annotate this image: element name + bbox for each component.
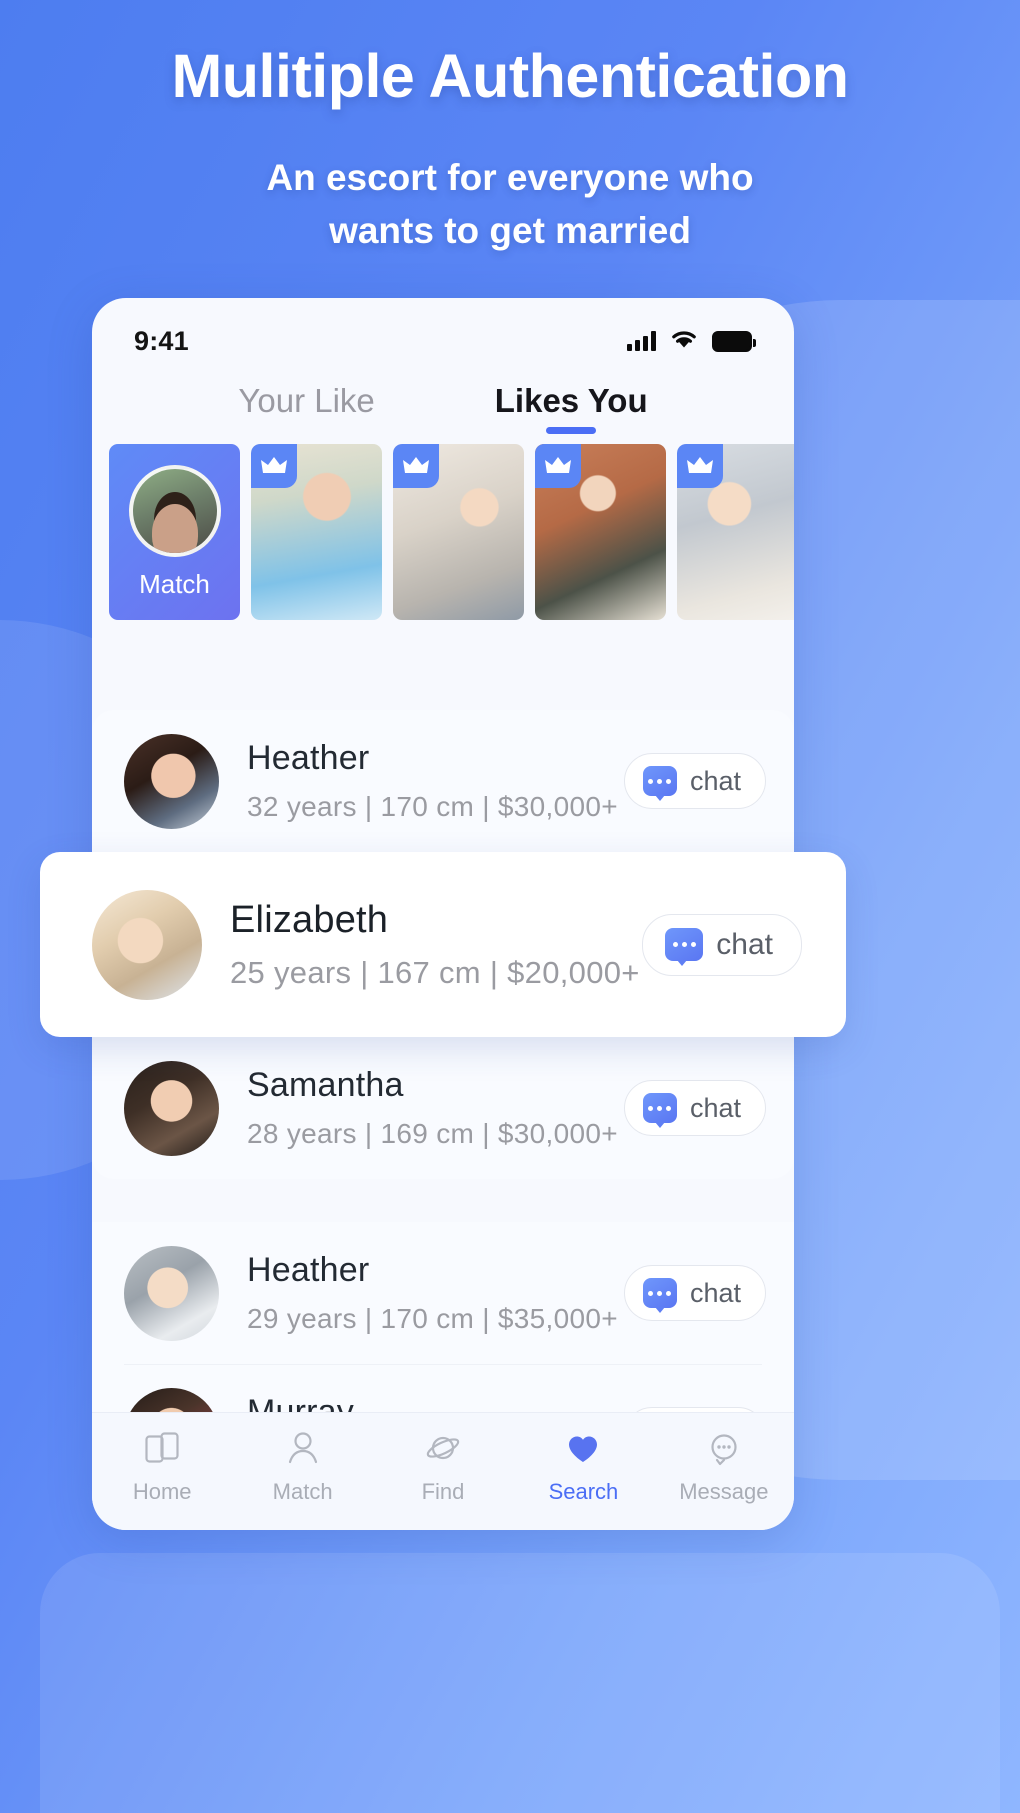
- avatar: [124, 733, 219, 829]
- likes-you-list: Heather 32 years | 170 cm | $30,000+ cha…: [40, 710, 846, 1530]
- page-subtitle-line-2: wants to get married: [329, 209, 691, 251]
- wifi-icon: [669, 328, 699, 355]
- chat-bubble-icon: [642, 766, 677, 801]
- page-title: Mulitiple Authentication: [171, 42, 849, 110]
- list-item-name: Heather: [247, 1251, 370, 1289]
- match-carousel[interactable]: Match: [92, 434, 794, 620]
- match-card-primary[interactable]: Match: [109, 444, 240, 620]
- match-card[interactable]: [677, 444, 794, 620]
- tab-your-like[interactable]: Your Like: [238, 382, 374, 434]
- match-card[interactable]: [251, 444, 382, 620]
- avatar: [124, 1245, 219, 1341]
- nav-item-message-label: Message: [679, 1479, 769, 1504]
- chat-bubble-icon: [642, 1093, 677, 1128]
- nav-item-search-label: Search: [548, 1479, 619, 1504]
- tab-likes-you[interactable]: Likes You: [495, 382, 648, 434]
- tab-active-indicator: [546, 427, 597, 434]
- list-item-name: Heather: [247, 739, 370, 777]
- tab-bar: Your Like Likes You: [92, 372, 794, 434]
- crown-icon: [677, 444, 723, 488]
- tab-likes-you-label: Likes You: [494, 382, 648, 419]
- chat-button-label: chat: [689, 1277, 741, 1308]
- promo-header: Mulitiple Authentication An escort for e…: [0, 44, 1020, 257]
- status-bar-icons: [627, 328, 756, 355]
- list-item-meta: 29 years | 170 cm | $35,000+: [247, 1303, 618, 1334]
- avatar: [124, 1060, 219, 1156]
- cards-icon: [141, 1428, 183, 1470]
- page-subtitle-line-1: An escort for everyone who: [266, 157, 754, 199]
- list-item-name: Elizabeth: [230, 898, 389, 941]
- list-item-info: Heather 29 years | 170 cm | $35,000+: [219, 1251, 624, 1335]
- nav-item-home[interactable]: Home: [92, 1428, 232, 1505]
- crown-icon: [393, 444, 439, 488]
- people-list-card-top: Heather 32 years | 170 cm | $30,000+ cha…: [40, 710, 846, 1179]
- list-item-meta: 25 years | 167 cm | $20,000+: [230, 954, 640, 990]
- list-item-info: Heather 32 years | 170 cm | $30,000+: [219, 739, 624, 823]
- status-bar-time: 9:41: [134, 325, 189, 356]
- nav-item-home-label: Home: [132, 1479, 192, 1504]
- tab-your-like-label: Your Like: [238, 382, 375, 419]
- nav-item-match-label: Match: [272, 1479, 333, 1504]
- background-shape-bottom: [40, 1553, 1000, 1813]
- nav-item-find[interactable]: Find: [373, 1428, 513, 1505]
- chat-bubble-icon: [665, 928, 704, 966]
- nav-item-match[interactable]: Match: [232, 1428, 372, 1505]
- list-item-meta: 32 years | 170 cm | $30,000+: [247, 791, 618, 822]
- status-bar: 9:41: [92, 298, 794, 372]
- nav-item-search[interactable]: Search: [513, 1428, 653, 1505]
- list-item-name: Samantha: [247, 1066, 404, 1104]
- match-card[interactable]: [393, 444, 524, 620]
- signal-bars-icon: [627, 331, 656, 351]
- nav-item-find-label: Find: [421, 1479, 465, 1504]
- chat-bubble-icon: [642, 1278, 677, 1313]
- list-item[interactable]: Heather 32 years | 170 cm | $30,000+ cha…: [92, 710, 794, 852]
- chat-button-label: chat: [689, 1092, 741, 1123]
- list-item-meta: 28 years | 169 cm | $30,000+: [247, 1118, 618, 1149]
- list-item-info: Elizabeth 25 years | 167 cm | $20,000+: [202, 899, 642, 991]
- nav-item-message[interactable]: Message: [654, 1428, 794, 1505]
- chat-button[interactable]: chat: [623, 1080, 766, 1136]
- bottom-navigation: Home Match Find Search Message: [92, 1412, 794, 1530]
- crown-icon: [535, 444, 581, 488]
- phone-mockup: 9:41 Your Like Likes You Match Heather 3…: [40, 298, 846, 1530]
- match-card-label: Match: [139, 568, 210, 599]
- match-card[interactable]: [535, 444, 666, 620]
- page-subtitle: An escort for everyone who wants to get …: [0, 152, 1020, 257]
- heart-icon: [562, 1428, 604, 1470]
- chat-button-label: chat: [716, 927, 773, 961]
- person-icon: [282, 1428, 324, 1470]
- list-item-info: Samantha 28 years | 169 cm | $30,000+: [219, 1066, 624, 1150]
- list-item[interactable]: Heather 29 years | 170 cm | $35,000+ cha…: [92, 1222, 794, 1364]
- list-item-highlighted[interactable]: Elizabeth 25 years | 167 cm | $20,000+ c…: [40, 852, 846, 1037]
- chat-button[interactable]: chat: [642, 913, 802, 976]
- crown-icon: [251, 444, 297, 488]
- chat-button[interactable]: chat: [623, 753, 766, 809]
- chat-button[interactable]: chat: [623, 1265, 766, 1321]
- chat-bubble-icon: [703, 1428, 745, 1470]
- battery-full-icon: [712, 330, 756, 352]
- planet-icon: [422, 1428, 464, 1470]
- chat-button-label: chat: [689, 765, 741, 796]
- list-item[interactable]: Samantha 28 years | 169 cm | $30,000+ ch…: [92, 1037, 794, 1179]
- avatar: [128, 464, 221, 557]
- avatar: [92, 889, 202, 1000]
